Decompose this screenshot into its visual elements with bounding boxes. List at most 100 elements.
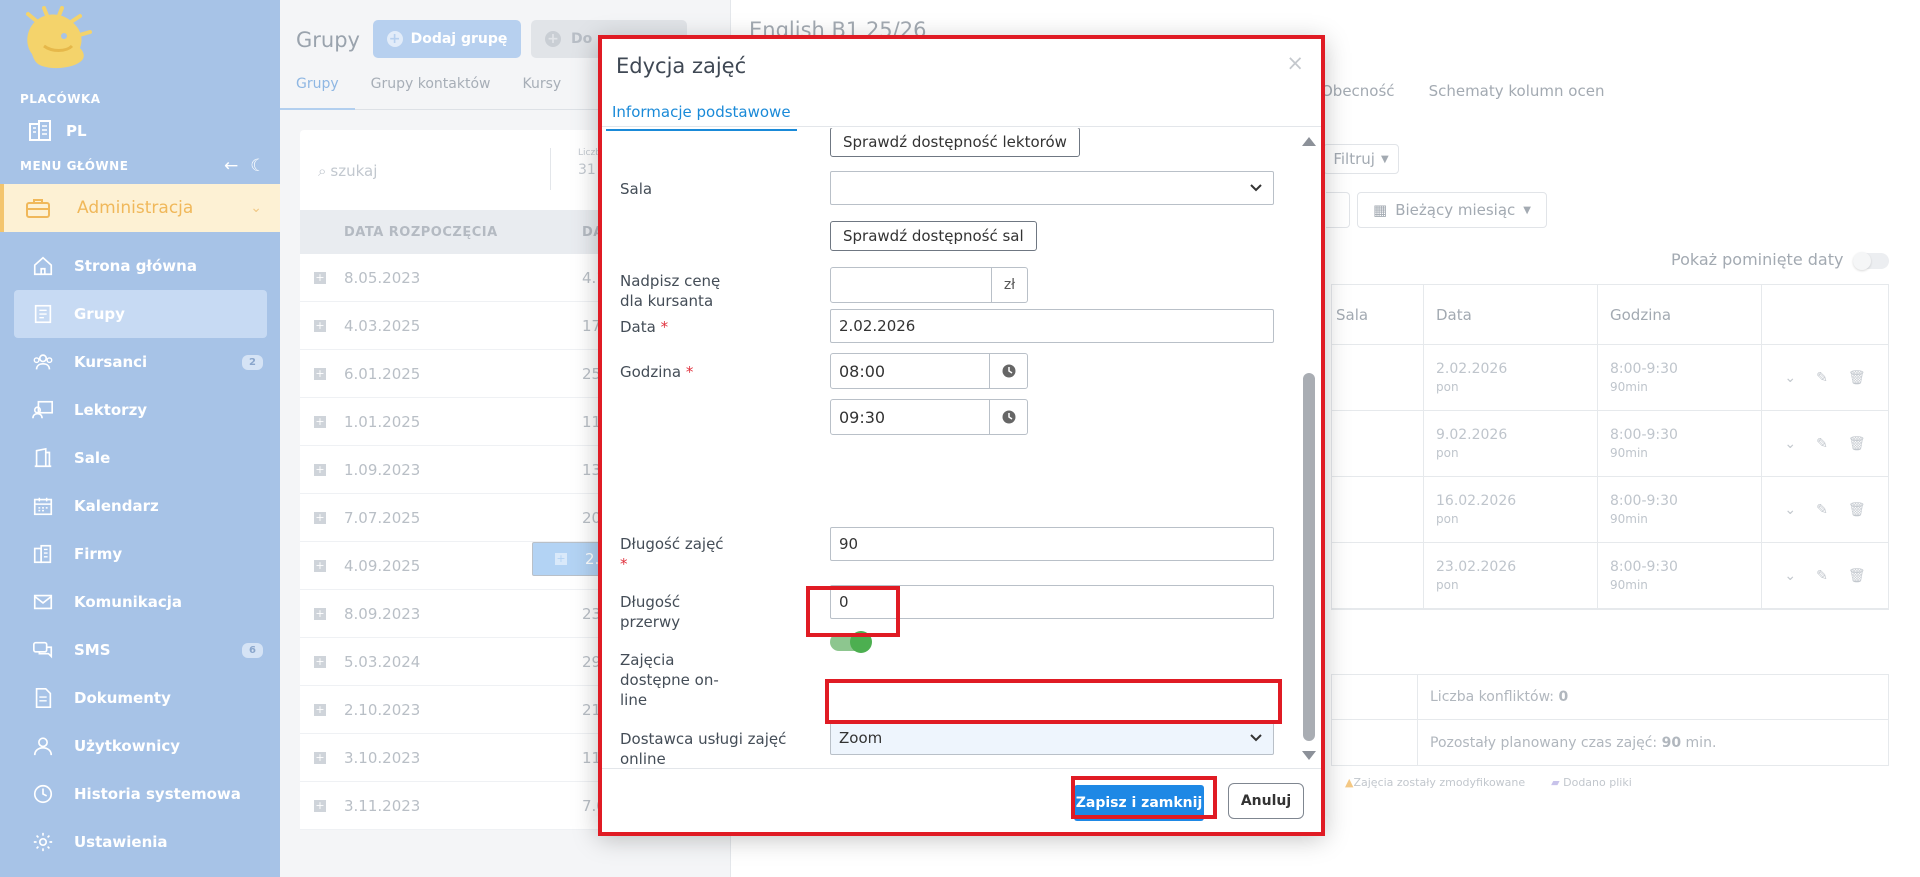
sidebar-item-label: Strona główna — [74, 257, 197, 275]
lesson-day: pon — [1436, 578, 1459, 592]
menu-caption: MENU GŁÓWNE — [20, 159, 129, 173]
col-start-date[interactable]: DATA ROZPOCZĘCIA — [344, 225, 582, 240]
table-row[interactable]: 9.02.2026 pon 8:00-9:30 90min ⌄ ✎ 🗑 — [1332, 411, 1888, 477]
scrollbar-thumb[interactable] — [1303, 373, 1315, 741]
pencil-icon[interactable]: ✎ — [1816, 370, 1828, 386]
sidebar-item-firmy[interactable]: Firmy — [14, 530, 267, 578]
modal-body: Sprawdź dostępność lektorów Sala Sprawdź… — [598, 128, 1304, 768]
trash-icon[interactable]: 🗑 — [1848, 436, 1866, 452]
clock-icon[interactable] — [989, 354, 1027, 388]
sidebar-item-ustawienia[interactable]: Ustawienia — [14, 818, 267, 866]
provider-select[interactable]: Zoom — [830, 721, 1274, 755]
tab-obecnosc[interactable]: Obecność — [1321, 82, 1395, 100]
expand-plus-icon[interactable]: + — [314, 271, 326, 284]
chevron-down-icon[interactable]: ⌄ — [1784, 436, 1796, 452]
sidebar-item-grupy[interactable]: Grupy — [14, 290, 267, 338]
sidebar-item-komunikacja[interactable]: Komunikacja — [14, 578, 267, 626]
sidebar-item-lektorzy[interactable]: Lektorzy — [14, 386, 267, 434]
room-select[interactable] — [830, 171, 1274, 205]
sidebar-item-strona-główna[interactable]: Strona główna — [14, 242, 267, 290]
expand-plus-icon[interactable]: + — [555, 553, 567, 565]
expand-plus-icon[interactable]: + — [314, 367, 326, 380]
chevron-down-icon[interactable]: ⌄ — [1784, 502, 1796, 518]
expand-plus-icon[interactable]: + — [314, 799, 326, 812]
expand-plus-icon[interactable]: + — [314, 703, 326, 716]
sidebar-item-kalendarz[interactable]: Kalendarz — [14, 482, 267, 530]
expand-plus-icon[interactable]: + — [314, 559, 326, 572]
sidebar-item-label: Ustawienia — [74, 833, 168, 851]
collapse-arrow-icon[interactable]: ← — [224, 156, 238, 176]
date-label: Data * — [620, 317, 668, 337]
pencil-icon[interactable]: ✎ — [1816, 436, 1828, 452]
trash-icon[interactable]: 🗑 — [1848, 370, 1866, 386]
table-row[interactable]: 16.02.2026 pon 8:00-9:30 90min ⌄ ✎ 🗑 — [1332, 477, 1888, 543]
time-from-group: 08:00 — [830, 353, 1028, 389]
price-label-line1: Nadpisz cenę — [620, 272, 721, 290]
table-row[interactable]: 23.02.2026 pon 8:00-9:30 90min ⌄ ✎ 🗑 — [1332, 543, 1888, 609]
scroll-down-arrow-icon[interactable] — [1302, 751, 1316, 760]
lion-logo-icon[interactable] — [14, 6, 96, 76]
sidebar-item-sale[interactable]: Sale — [14, 434, 267, 482]
duration-input[interactable]: 90 — [830, 527, 1274, 561]
chevron-down-icon[interactable]: ⌄ — [1784, 370, 1796, 386]
expand-plus-icon[interactable]: + — [314, 415, 326, 428]
provider-label-line2: online — [620, 750, 666, 768]
tab-schematy[interactable]: Schematy kolumn ocen — [1429, 82, 1605, 100]
price-input[interactable] — [831, 268, 991, 302]
time-to-input[interactable]: 09:30 — [831, 400, 989, 434]
tab-basic-info[interactable]: Informacje podstawowe — [606, 103, 797, 131]
online-toggle[interactable] — [830, 631, 872, 653]
skip-dates-toggle[interactable] — [1853, 252, 1889, 270]
break-input[interactable]: 0 — [830, 585, 1274, 619]
branch-selector[interactable]: PL — [28, 120, 87, 142]
pencil-icon[interactable]: ✎ — [1816, 568, 1828, 584]
expand-plus-icon[interactable]: + — [314, 463, 326, 476]
moon-icon[interactable]: ☾ — [250, 156, 265, 176]
tab-kursy[interactable]: Kursy — [506, 66, 577, 109]
table-row[interactable]: 2.02.2026 pon 8:00-9:30 90min ⌄ ✎ 🗑 — [1332, 345, 1888, 411]
document-icon — [32, 687, 54, 709]
search-input[interactable]: szukaj — [318, 162, 377, 180]
cancel-button[interactable]: Anuluj — [1228, 783, 1304, 819]
companies-icon — [32, 543, 54, 565]
sidebar-item-label: Kursanci — [74, 353, 148, 371]
date-label-text: Data — [620, 318, 656, 336]
time-from-input[interactable]: 08:00 — [831, 354, 989, 388]
expand-plus-icon[interactable]: + — [314, 655, 326, 668]
sidebar-item-label: Użytkownicy — [74, 737, 181, 755]
chevron-down-icon[interactable]: ⌄ — [1784, 568, 1796, 584]
trash-icon[interactable]: 🗑 — [1848, 502, 1866, 518]
pencil-icon[interactable]: ✎ — [1816, 502, 1828, 518]
sidebar-item-użytkownicy[interactable]: Użytkownicy — [14, 722, 267, 770]
modal-footer: Zapisz i zamknij Anuluj — [598, 768, 1324, 834]
range-button[interactable] — [1326, 192, 1350, 228]
clock-icon[interactable] — [989, 400, 1027, 434]
expand-plus-icon[interactable]: + — [314, 319, 326, 332]
sidebar-item-historia-systemowa[interactable]: Historia systemowa — [14, 770, 267, 818]
save-and-close-button[interactable]: Zapisz i zamknij — [1074, 785, 1204, 821]
sidebar-item-dokumenty[interactable]: Dokumenty — [14, 674, 267, 722]
section-administracja[interactable]: Administracja ⌄ — [0, 184, 280, 232]
check-rooms-button[interactable]: Sprawdź dostępność sal — [830, 221, 1037, 251]
month-button[interactable]: ▦ Bieżący miesiąc ▼ — [1357, 192, 1547, 228]
expand-plus-icon[interactable]: + — [314, 511, 326, 524]
groups-title: Grupy — [296, 28, 360, 52]
trash-icon[interactable]: 🗑 — [1848, 568, 1866, 584]
tab-grupy-kontaktow[interactable]: Grupy kontaktów — [355, 66, 507, 109]
expand-plus-icon[interactable]: + — [314, 607, 326, 620]
remaining-unit: min. — [1685, 734, 1717, 751]
expand-plus-icon[interactable]: + — [314, 751, 326, 764]
tab-grupy[interactable]: Grupy — [280, 66, 355, 110]
close-icon[interactable]: × — [1286, 53, 1304, 74]
sidebar-item-kursanci[interactable]: Kursanci 2 — [14, 338, 267, 386]
time-label: Godzina * — [620, 362, 693, 382]
check-teachers-button[interactable]: Sprawdź dostępność lektorów — [830, 128, 1080, 157]
sidebar-item-sms[interactable]: SMS 6 — [14, 626, 267, 674]
date-input[interactable]: 2.02.2026 — [830, 309, 1274, 343]
lesson-time: 8:00-9:30 — [1610, 427, 1678, 443]
modal-tabs: Informacje podstawowe — [598, 91, 1324, 131]
add-group-button[interactable]: + Dodaj grupę — [373, 20, 521, 58]
filter-button[interactable]: Filtruj ▼ — [1323, 144, 1399, 174]
online-label-line2: dostępne on- — [620, 671, 719, 689]
scroll-up-arrow-icon[interactable] — [1302, 137, 1316, 146]
